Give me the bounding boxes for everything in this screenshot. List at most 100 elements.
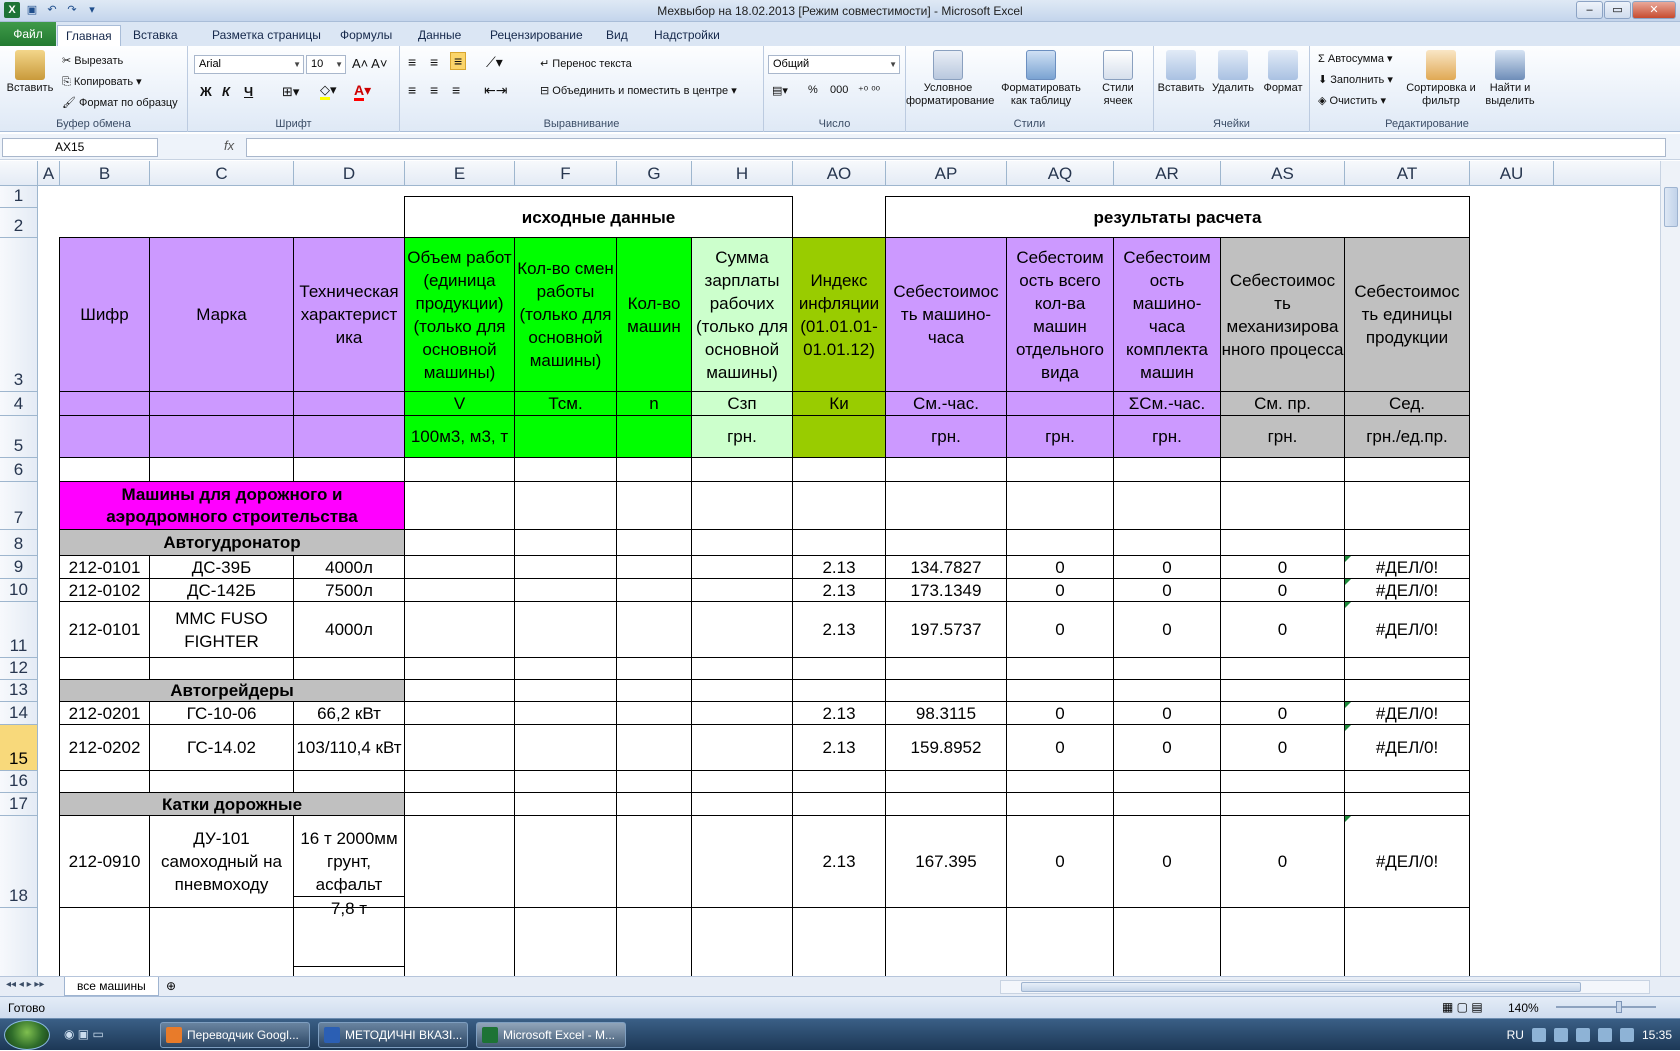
column-header-G[interactable]: G bbox=[617, 161, 692, 186]
empty-cell[interactable] bbox=[1220, 792, 1345, 816]
empty-cell[interactable] bbox=[885, 770, 1007, 793]
align-left-icon[interactable]: ≡ bbox=[408, 82, 416, 98]
empty-cell[interactable] bbox=[885, 529, 1007, 556]
cell-set[interactable]: 0 bbox=[1113, 601, 1221, 658]
header-cipher[interactable]: Шифр bbox=[59, 237, 150, 392]
cell-proc[interactable]: 0 bbox=[1220, 578, 1345, 602]
empty-cell[interactable] bbox=[1220, 529, 1345, 556]
horizontal-scroll-thumb[interactable] bbox=[1021, 982, 1581, 992]
empty-cell[interactable] bbox=[691, 457, 793, 482]
empty-cell[interactable] bbox=[404, 481, 515, 530]
empty-cell[interactable] bbox=[1113, 457, 1221, 482]
cell-total[interactable]: 0 bbox=[1006, 555, 1114, 579]
column-header-F[interactable]: F bbox=[515, 161, 617, 186]
empty-cell[interactable] bbox=[616, 555, 692, 579]
name-box[interactable]: AX15 bbox=[2, 138, 158, 157]
cell-ki[interactable]: 2.13 bbox=[792, 555, 886, 579]
empty-cell[interactable] bbox=[616, 679, 692, 702]
tab-view[interactable]: Вид bbox=[598, 25, 636, 46]
header-set-cost[interactable]: Себестоим ость машино- часа комплекта ма… bbox=[1113, 237, 1221, 392]
zoom-slider[interactable] bbox=[1546, 1001, 1666, 1013]
unit-salary[interactable]: грн. bbox=[691, 415, 793, 458]
empty-cell[interactable] bbox=[404, 770, 515, 793]
empty-cell[interactable] bbox=[1006, 907, 1114, 976]
cell-tech[interactable]: 7,8 т bbox=[293, 896, 405, 967]
percent-button[interactable]: % bbox=[808, 84, 818, 96]
section-input-header[interactable]: исходные данные bbox=[404, 196, 793, 238]
worksheet-grid[interactable]: A B C D E F G H AO AP AQ AR AS AT AU 1 2… bbox=[0, 161, 1660, 976]
font-size-select[interactable]: 10 ▼ bbox=[306, 55, 346, 74]
cell-ki[interactable]: 2.13 bbox=[792, 701, 886, 725]
sheet-nav-icon[interactable]: ◂◂ ◂ ▸ ▸▸ bbox=[6, 979, 44, 990]
symbol-machines[interactable]: n bbox=[616, 391, 692, 416]
fx-icon[interactable]: fx bbox=[224, 138, 234, 153]
symbol-cell[interactable] bbox=[149, 391, 294, 416]
unit-unit-cost[interactable]: грн./ед.пр. bbox=[1344, 415, 1470, 458]
cell-tech[interactable]: 4000л bbox=[293, 555, 405, 579]
cell-total[interactable]: 0 bbox=[1006, 601, 1114, 658]
column-header-AS[interactable]: AS bbox=[1221, 161, 1345, 186]
unit-cell[interactable] bbox=[149, 415, 294, 458]
group-header-cell[interactable]: Катки дорожные bbox=[59, 792, 405, 816]
empty-cell[interactable] bbox=[691, 724, 793, 771]
insert-cells-button[interactable]: Вставить bbox=[1156, 50, 1206, 95]
symbol-volume[interactable]: V bbox=[404, 391, 515, 416]
empty-cell[interactable] bbox=[514, 601, 617, 658]
tab-data[interactable]: Данные bbox=[410, 25, 469, 46]
cell-brand[interactable]: ГС-14.02 bbox=[149, 724, 294, 771]
empty-cell[interactable] bbox=[1220, 657, 1345, 680]
taskbar-item-excel[interactable]: Microsoft Excel - М... bbox=[476, 1022, 626, 1048]
empty-cell[interactable] bbox=[1006, 657, 1114, 680]
empty-cell[interactable] bbox=[792, 792, 886, 816]
symbol-hour-cost[interactable]: См.-час. bbox=[885, 391, 1007, 416]
empty-cell[interactable] bbox=[616, 724, 692, 771]
tab-review[interactable]: Рецензирование bbox=[482, 25, 591, 46]
horizontal-scrollbar[interactable] bbox=[1000, 980, 1650, 994]
bold-button[interactable]: Ж bbox=[200, 84, 212, 99]
column-header-AQ[interactable]: AQ bbox=[1007, 161, 1114, 186]
row-header-8[interactable]: 8 bbox=[0, 530, 38, 556]
taskbar-item-browser[interactable]: Переводчик Googl... bbox=[160, 1022, 310, 1048]
empty-cell[interactable] bbox=[514, 907, 617, 976]
symbol-salary[interactable]: Сзп bbox=[691, 391, 793, 416]
section-results-header[interactable]: результаты расчета bbox=[885, 196, 1470, 238]
merge-center-button[interactable]: ⊟ Объединить и поместить в центре ▾ bbox=[540, 84, 737, 97]
empty-cell[interactable] bbox=[1220, 481, 1345, 530]
empty-cell[interactable] bbox=[1344, 657, 1470, 680]
cell-cipher[interactable]: 212-0202 bbox=[59, 724, 150, 771]
empty-cell[interactable] bbox=[1344, 529, 1470, 556]
close-button[interactable]: ✕ bbox=[1632, 1, 1676, 19]
cell-hour[interactable]: 167.395 bbox=[885, 815, 1007, 908]
empty-cell[interactable] bbox=[1006, 457, 1114, 482]
align-middle-icon[interactable]: ≡ bbox=[430, 54, 438, 70]
maximize-button[interactable]: ▭ bbox=[1604, 1, 1631, 19]
cell-tech[interactable]: 103/110,4 кВт bbox=[293, 724, 405, 771]
tray-icon[interactable] bbox=[1553, 1028, 1568, 1042]
cell-cipher[interactable]: 212-0910 bbox=[59, 815, 150, 908]
empty-cell[interactable] bbox=[691, 679, 793, 702]
header-tech[interactable]: Техническая характерист ика bbox=[293, 237, 405, 392]
empty-cell[interactable] bbox=[1113, 792, 1221, 816]
cell-proc[interactable]: 0 bbox=[1220, 724, 1345, 771]
empty-cell[interactable] bbox=[1113, 481, 1221, 530]
empty-cell[interactable] bbox=[885, 657, 1007, 680]
row-header-19[interactable] bbox=[0, 908, 38, 976]
empty-cell[interactable] bbox=[514, 679, 617, 702]
empty-cell[interactable] bbox=[616, 578, 692, 602]
empty-cell[interactable] bbox=[691, 792, 793, 816]
empty-cell[interactable] bbox=[293, 457, 405, 482]
fill-color-icon[interactable]: ◇▾ bbox=[320, 82, 337, 100]
cell-set[interactable]: 0 bbox=[1113, 555, 1221, 579]
conditional-format-button[interactable]: Условное форматирование bbox=[906, 50, 994, 108]
align-top-icon[interactable]: ≡ bbox=[408, 54, 416, 70]
empty-cell[interactable] bbox=[691, 907, 793, 976]
cell-total[interactable]: 0 bbox=[1006, 815, 1114, 908]
empty-cell[interactable] bbox=[691, 815, 793, 908]
empty-cell[interactable] bbox=[691, 657, 793, 680]
cell-proc[interactable]: 0 bbox=[1220, 815, 1345, 908]
unit-shifts[interactable] bbox=[514, 415, 617, 458]
row-header-14[interactable]: 14 bbox=[0, 702, 38, 725]
empty-cell[interactable] bbox=[514, 578, 617, 602]
row-header-12[interactable]: 12 bbox=[0, 658, 38, 680]
cell-cipher[interactable]: 212-0101 bbox=[59, 555, 150, 579]
